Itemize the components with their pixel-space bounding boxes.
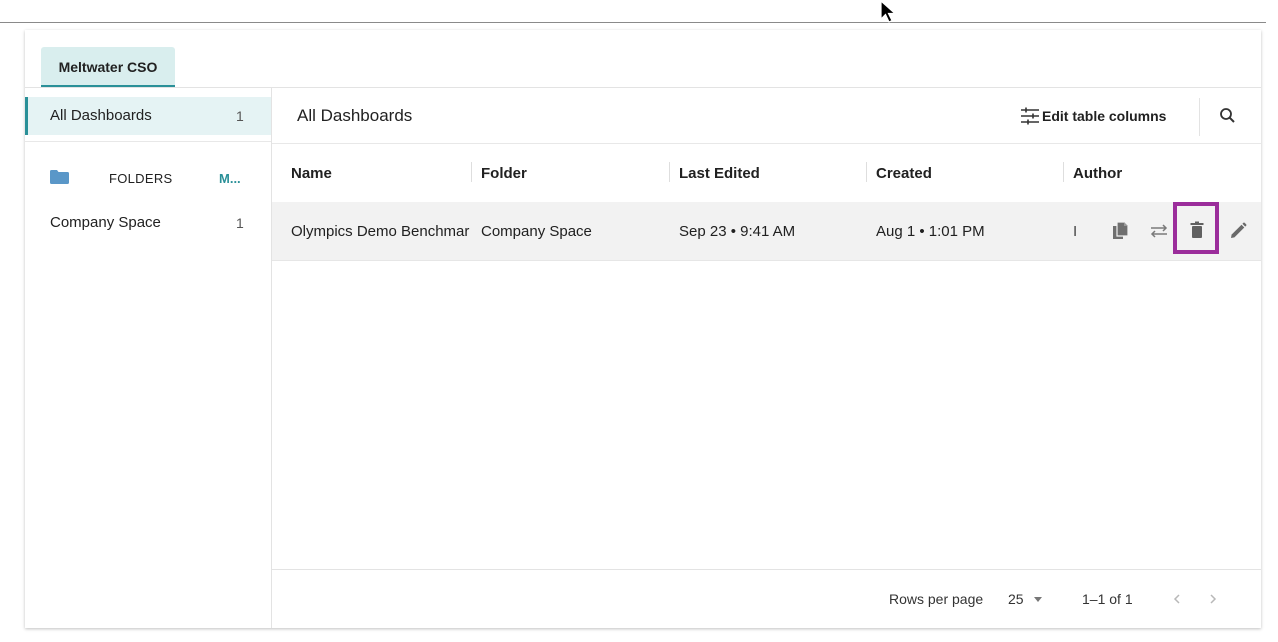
folder-icon xyxy=(50,170,69,184)
divider xyxy=(272,143,1261,144)
main-content: All Dashboards Edit table columns Name F… xyxy=(272,88,1261,628)
column-header-created[interactable]: Created xyxy=(876,165,932,182)
folders-header-label: FOLDERS xyxy=(109,171,173,186)
edit-table-columns-button[interactable]: Edit table columns xyxy=(1020,107,1166,125)
cell-name: Olympics Demo Benchmar xyxy=(291,223,470,240)
cell-folder: Company Space xyxy=(481,223,592,240)
copy-icon[interactable] xyxy=(1110,220,1132,242)
column-divider xyxy=(1063,162,1064,182)
edit-icon[interactable] xyxy=(1227,220,1249,242)
cell-last-edited: Sep 23 • 9:41 AM xyxy=(679,223,796,240)
divider xyxy=(1199,98,1200,136)
caret-down-icon[interactable] xyxy=(1034,597,1042,602)
window-top-border xyxy=(0,22,1266,23)
rows-per-page-select[interactable]: 25 xyxy=(1008,591,1024,607)
table-pagination: Rows per page 25 1–1 of 1 xyxy=(272,569,1261,628)
sidebar-item-label: Company Space xyxy=(50,214,161,231)
swap-icon[interactable] xyxy=(1148,220,1170,242)
rows-per-page-label: Rows per page xyxy=(889,591,984,607)
column-header-folder[interactable]: Folder xyxy=(481,165,527,182)
edit-table-columns-label: Edit table columns xyxy=(1042,108,1167,124)
column-header-name[interactable]: Name xyxy=(291,165,332,182)
sidebar-item-company-space[interactable]: Company Space 1 xyxy=(25,206,271,238)
page-title: All Dashboards xyxy=(297,106,413,125)
column-divider xyxy=(866,162,867,182)
cursor-icon xyxy=(880,0,897,23)
pagination-range: 1–1 of 1 xyxy=(1082,591,1133,607)
sidebar-item-label: All Dashboards xyxy=(50,107,152,124)
divider xyxy=(25,141,271,142)
sidebar-item-count: 1 xyxy=(236,108,244,124)
column-divider xyxy=(471,162,472,182)
dashboards-panel: Meltwater CSO All Dashboards 1 FOLDERS M… xyxy=(25,30,1261,628)
tab-bar: Meltwater CSO xyxy=(25,30,1261,88)
chevron-left-icon[interactable] xyxy=(1168,588,1186,610)
delete-icon[interactable] xyxy=(1186,219,1208,241)
tab-meltwater-cso[interactable]: Meltwater CSO xyxy=(41,47,175,87)
sidebar: All Dashboards 1 FOLDERS M... Company Sp… xyxy=(25,88,272,628)
folders-more-link[interactable]: M... xyxy=(219,171,241,186)
column-header-author[interactable]: Author xyxy=(1073,165,1122,182)
cell-created: Aug 1 • 1:01 PM xyxy=(876,223,985,240)
sidebar-item-count: 1 xyxy=(236,215,244,231)
column-divider xyxy=(669,162,670,182)
cell-author: I xyxy=(1073,223,1078,240)
chevron-right-icon[interactable] xyxy=(1204,588,1222,610)
search-icon[interactable] xyxy=(1217,105,1239,127)
column-header-last-edited[interactable]: Last Edited xyxy=(679,165,760,182)
tune-icon xyxy=(1021,107,1039,125)
table-row[interactable]: Olympics Demo Benchmar Company Space Sep… xyxy=(272,202,1261,261)
